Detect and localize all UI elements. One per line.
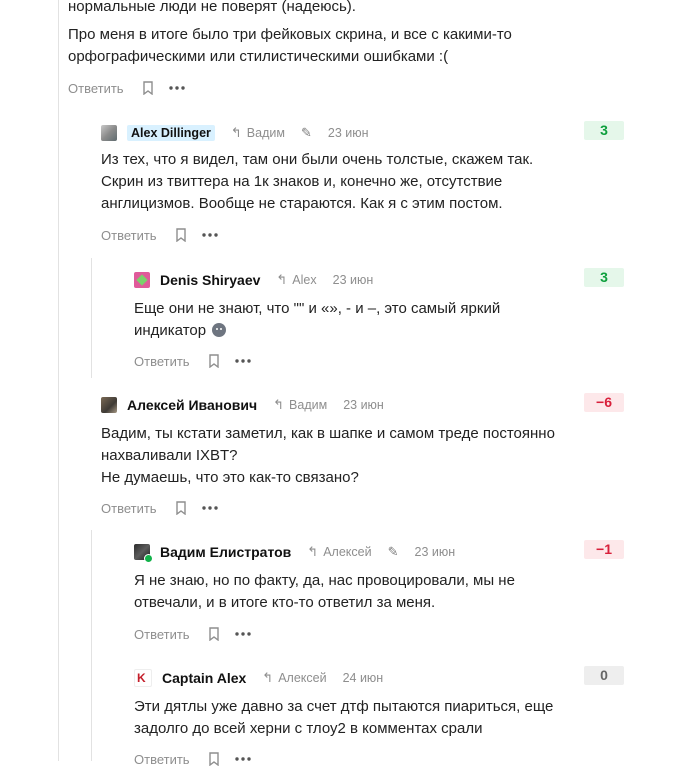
reply-to-link[interactable]: ↰ Вадим bbox=[231, 125, 285, 141]
reply-to-name: Алексей bbox=[323, 545, 372, 559]
reply-arrow-icon: ↰ bbox=[307, 544, 319, 559]
reply-to-link[interactable]: ↰ Алексей bbox=[307, 544, 371, 560]
comment-captain-alex: K Captain Alex ↰ Алексей 24 июн 0 Эти дя… bbox=[134, 666, 624, 767]
comment-text-line: индикатор bbox=[134, 322, 207, 339]
more-dots-icon[interactable] bbox=[201, 501, 219, 515]
avatar[interactable] bbox=[101, 125, 117, 141]
reply-button[interactable]: Ответить bbox=[134, 354, 190, 369]
comment-text-line: нормальные люди не поверят (надеюсь). bbox=[68, 0, 356, 15]
more-dots-icon[interactable] bbox=[234, 354, 252, 368]
reply-arrow-icon: ↰ bbox=[262, 670, 274, 685]
comment-text-line-with-emoji: индикатор bbox=[134, 320, 614, 342]
thread-line-level2-a bbox=[91, 258, 92, 378]
reply-button[interactable]: Ответить bbox=[134, 627, 190, 642]
comment-text-line: Про меня в итоге было три фейковых скрин… bbox=[68, 26, 512, 43]
bookmark-icon[interactable] bbox=[175, 228, 187, 242]
comment-text-line: Вадим, ты кстати заметил, как в шапке и … bbox=[101, 425, 555, 442]
author-name[interactable]: Alex Dillinger bbox=[127, 125, 215, 141]
comment-date[interactable]: 23 июн bbox=[343, 398, 384, 412]
comment-actions: Ответить bbox=[134, 749, 252, 769]
comment-text-line: Из тех, что я видел, там они были очень … bbox=[101, 151, 534, 168]
reply-to-link[interactable]: ↰ Alex bbox=[276, 272, 316, 288]
avatar[interactable] bbox=[134, 544, 153, 563]
avatar[interactable] bbox=[134, 272, 150, 288]
bookmark-icon[interactable] bbox=[142, 81, 154, 95]
avatar[interactable]: K bbox=[134, 669, 152, 687]
comment-actions: Ответить bbox=[101, 225, 219, 245]
comment-text: нормальные люди не поверят (надеюсь). Пр… bbox=[68, 0, 628, 68]
comment-header: K Captain Alex ↰ Алексей 24 июн bbox=[134, 666, 383, 690]
comment-header: Denis Shiryaev ↰ Alex 23 июн bbox=[134, 268, 373, 292]
comment-text-line: Я не знаю, но по факту, да, нас провоцир… bbox=[134, 572, 515, 589]
reply-to-name: Alex bbox=[292, 273, 317, 287]
comment-aleksey-ivanovich: Алексей Иванович ↰ Вадим 23 июн −6 Вадим… bbox=[101, 393, 624, 523]
comment-actions: Ответить bbox=[101, 498, 219, 518]
comment-date[interactable]: 23 июн bbox=[328, 126, 369, 140]
comment-score[interactable]: −6 bbox=[584, 393, 624, 412]
neutral-face-emoji-icon bbox=[212, 323, 227, 337]
online-status-icon bbox=[144, 554, 153, 563]
reply-arrow-icon: ↰ bbox=[273, 397, 285, 412]
comment-date[interactable]: 23 июн bbox=[333, 273, 374, 287]
reply-button[interactable]: Ответить bbox=[134, 752, 190, 767]
more-dots-icon[interactable] bbox=[201, 228, 219, 242]
reply-button[interactable]: Ответить bbox=[68, 81, 124, 96]
comment-score[interactable]: 0 bbox=[584, 666, 624, 685]
comment-text-line: Скрин из твиттера на 1к знаков и, конечн… bbox=[101, 173, 503, 190]
comment-score[interactable]: −1 bbox=[584, 540, 624, 559]
comment-text: Из тех, что я видел, там они были очень … bbox=[101, 149, 621, 215]
author-name[interactable]: Denis Shiryaev bbox=[160, 272, 260, 288]
comment-text-line: Еще они не знают, что "" и «», - и –, эт… bbox=[134, 300, 501, 317]
reply-arrow-icon: ↰ bbox=[230, 125, 242, 140]
thread-line-root bbox=[58, 0, 59, 761]
reply-to-name: Вадим bbox=[289, 398, 328, 412]
comment-score[interactable]: 3 bbox=[584, 121, 624, 140]
reply-arrow-icon: ↰ bbox=[276, 272, 288, 287]
reply-to-name: Алексей bbox=[278, 671, 327, 685]
bookmark-icon[interactable] bbox=[175, 501, 187, 515]
comment-actions: Ответить bbox=[134, 624, 252, 644]
more-dots-icon[interactable] bbox=[234, 627, 252, 641]
comment-actions: Ответить bbox=[68, 78, 186, 98]
author-name[interactable]: Вадим Елистратов bbox=[160, 544, 291, 560]
more-dots-icon[interactable] bbox=[234, 752, 252, 766]
comment-text-line: задолго до всей херни с тлоу2 в коммента… bbox=[134, 720, 483, 737]
comment-date[interactable]: 23 июн bbox=[415, 545, 456, 559]
comment-text: Я не знаю, но по факту, да, нас провоцир… bbox=[134, 570, 614, 614]
reply-button[interactable]: Ответить bbox=[101, 228, 157, 243]
pencil-icon: ✎ bbox=[387, 544, 399, 559]
comment-alex-dillinger: Alex Dillinger ↰ Вадим ✎ 23 июн 3 Из тех… bbox=[101, 121, 624, 251]
comment-header: Alex Dillinger ↰ Вадим ✎ 23 июн bbox=[101, 121, 369, 145]
reply-to-link[interactable]: ↰ Вадим bbox=[273, 397, 327, 413]
author-name[interactable]: Алексей Иванович bbox=[127, 397, 257, 413]
comment-text: Еще они не знают, что "" и «», - и –, эт… bbox=[134, 298, 614, 342]
bookmark-icon[interactable] bbox=[208, 354, 220, 368]
comment-header: Алексей Иванович ↰ Вадим 23 июн bbox=[101, 393, 384, 417]
comment-vadim-elistratov: Вадим Елистратов ↰ Алексей ✎ 23 июн −1 Я… bbox=[134, 540, 624, 650]
reply-button[interactable]: Ответить bbox=[101, 501, 157, 516]
comment-text: Вадим, ты кстати заметил, как в шапке и … bbox=[101, 423, 621, 489]
bookmark-icon[interactable] bbox=[208, 627, 220, 641]
reply-to-link[interactable]: ↰ Алексей bbox=[262, 670, 326, 686]
comment-text-line: отвечали, и в итоге кто-то ответил за ме… bbox=[134, 594, 436, 611]
thread-line-level2-b bbox=[91, 530, 92, 761]
avatar[interactable] bbox=[101, 397, 117, 413]
comment-top-partial: нормальные люди не поверят (надеюсь). Пр… bbox=[68, 0, 638, 100]
comment-text-line: Эти дятлы уже давно за счет дтф пытаются… bbox=[134, 698, 554, 715]
pencil-icon: ✎ bbox=[300, 125, 312, 140]
author-name[interactable]: Captain Alex bbox=[162, 670, 246, 686]
reply-to-name: Вадим bbox=[246, 126, 285, 140]
comment-header: Вадим Елистратов ↰ Алексей ✎ 23 июн bbox=[134, 540, 455, 564]
bookmark-icon[interactable] bbox=[208, 752, 220, 766]
comment-text: Эти дятлы уже давно за счет дтф пытаются… bbox=[134, 696, 614, 740]
comment-text-line: орфографическими или стилистическими оши… bbox=[68, 48, 449, 65]
comment-text-line: нахваливали IXBT? bbox=[101, 447, 238, 464]
comment-score[interactable]: 3 bbox=[584, 268, 624, 287]
comment-denis-shiryaev: Denis Shiryaev ↰ Alex 23 июн 3 Еще они н… bbox=[134, 268, 624, 378]
comment-date[interactable]: 24 июн bbox=[343, 671, 384, 685]
comment-text-line: англицизмов. Вообще не стараются. Как я … bbox=[101, 195, 503, 212]
more-dots-icon[interactable] bbox=[168, 81, 186, 95]
comment-text-line: Не думаешь, что это как-то связано? bbox=[101, 469, 359, 486]
comment-actions: Ответить bbox=[134, 351, 252, 371]
